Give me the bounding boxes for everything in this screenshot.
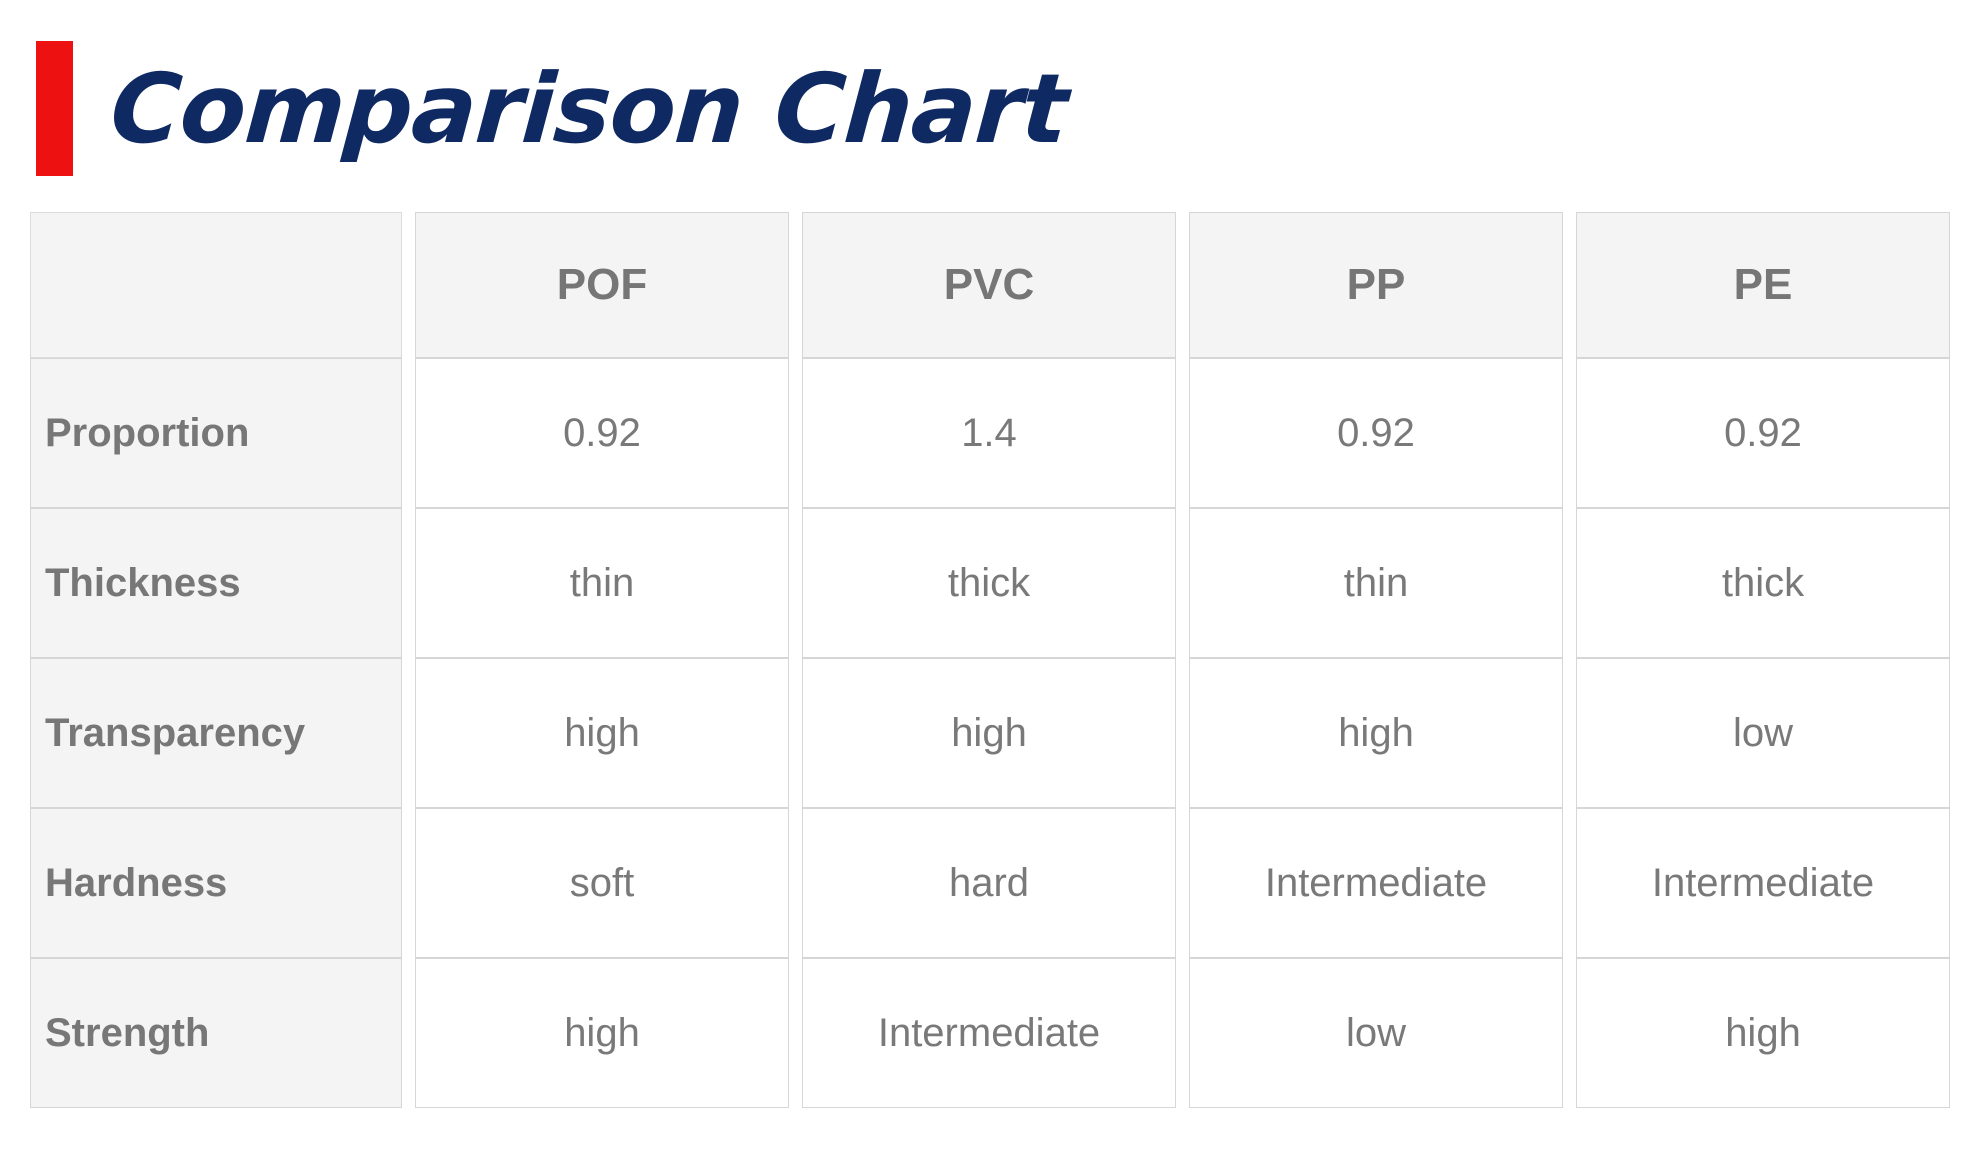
cell-strength-pe: high [1576,958,1950,1108]
column-header-pof: POF [415,212,789,358]
comparison-table-container: POF PVC PP PE Proportion 0.92 1.4 0.92 0… [30,212,1956,1108]
column-header-pvc: PVC [802,212,1176,358]
table-header-row: POF PVC PP PE [30,212,1950,358]
cell-transparency-pvc: high [802,658,1176,808]
cell-hardness-pof: soft [415,808,789,958]
table-row: Transparency high high high low [30,658,1950,808]
row-label-hardness: Hardness [30,808,402,958]
table-header: POF PVC PP PE [30,212,1950,358]
cell-hardness-pp: Intermediate [1189,808,1563,958]
cell-proportion-pof: 0.92 [415,358,789,508]
cell-strength-pvc: Intermediate [802,958,1176,1108]
table-body: Proportion 0.92 1.4 0.92 0.92 Thickness … [30,358,1950,1108]
cell-strength-pp: low [1189,958,1563,1108]
cell-thickness-pp: thin [1189,508,1563,658]
table-row: Hardness soft hard Intermediate Intermed… [30,808,1950,958]
cell-proportion-pe: 0.92 [1576,358,1950,508]
row-label-strength: Strength [30,958,402,1108]
column-header-pp: PP [1189,212,1563,358]
cell-strength-pof: high [415,958,789,1108]
cell-transparency-pof: high [415,658,789,808]
accent-bar [36,41,73,176]
row-label-transparency: Transparency [30,658,402,808]
cell-transparency-pe: low [1576,658,1950,808]
cell-thickness-pvc: thick [802,508,1176,658]
table-row: Thickness thin thick thin thick [30,508,1950,658]
cell-thickness-pe: thick [1576,508,1950,658]
page-title: Comparison Chart [107,52,1071,165]
cell-transparency-pp: high [1189,658,1563,808]
cell-proportion-pvc: 1.4 [802,358,1176,508]
row-label-proportion: Proportion [30,358,402,508]
cell-thickness-pof: thin [415,508,789,658]
table-row: Strength high Intermediate low high [30,958,1950,1108]
comparison-table: POF PVC PP PE Proportion 0.92 1.4 0.92 0… [17,212,1963,1108]
cell-proportion-pp: 0.92 [1189,358,1563,508]
page-header: Comparison Chart [36,36,1071,181]
table-corner-cell [30,212,402,358]
cell-hardness-pe: Intermediate [1576,808,1950,958]
table-row: Proportion 0.92 1.4 0.92 0.92 [30,358,1950,508]
cell-hardness-pvc: hard [802,808,1176,958]
column-header-pe: PE [1576,212,1950,358]
row-label-thickness: Thickness [30,508,402,658]
